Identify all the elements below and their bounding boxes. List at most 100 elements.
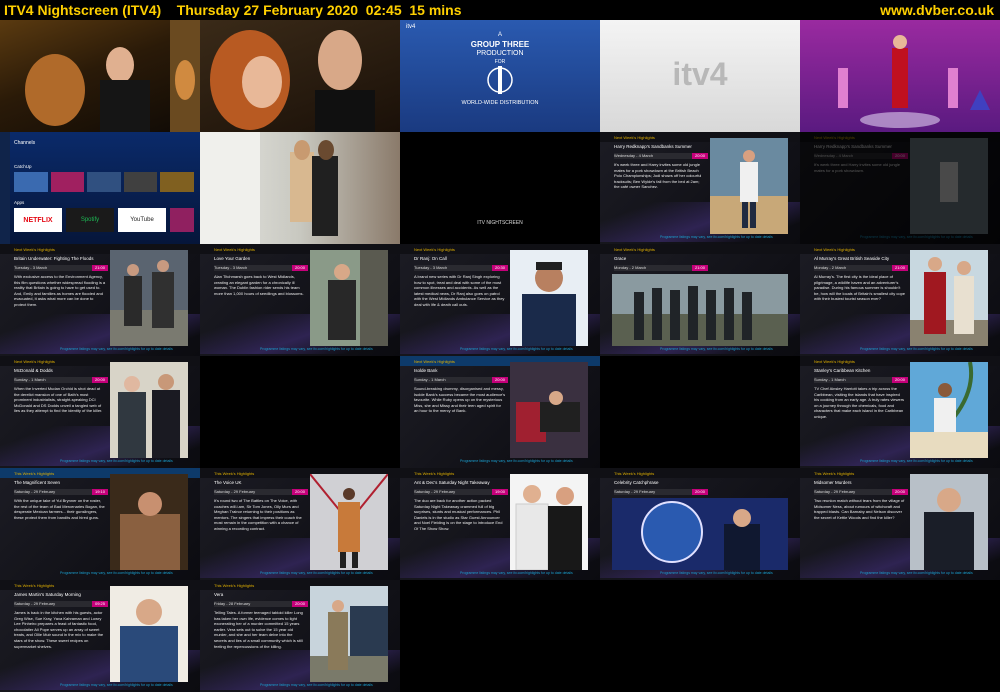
broadcast-time: 21:00 xyxy=(892,265,908,271)
programme-photo xyxy=(510,250,588,346)
frame-couple-scene xyxy=(200,132,400,244)
footer-note: Programme listings may vary, see itv.com… xyxy=(660,347,773,351)
category-label: This Week's Highlights xyxy=(14,583,55,588)
itc-emblem-icon xyxy=(487,66,513,94)
programme-photo xyxy=(310,250,388,346)
programme-photo xyxy=(910,362,988,458)
broadcast-time: 09:25 xyxy=(92,601,108,607)
screen-r3c4: Next Week's Highlights Grace Monday - 2 … xyxy=(600,244,800,356)
site-link[interactable]: www.dvber.co.uk xyxy=(880,0,994,20)
programme-description: TV Chef Ainsley Harriott takes a trip ac… xyxy=(814,386,905,419)
programme-title: The Magnificent Seven xyxy=(14,480,61,485)
footer-note: Programme listings may vary, see itv.com… xyxy=(860,347,973,351)
programme-title: Dr Ranj: On Call xyxy=(414,256,447,261)
programme-photo xyxy=(310,474,388,570)
catchup-tile[interactable] xyxy=(160,172,194,192)
broadcast-day: Wednesday - 4 March xyxy=(614,153,654,158)
footer-note: Programme listings may vary, see itv.com… xyxy=(260,683,373,687)
catchup-tile[interactable] xyxy=(50,172,85,192)
nightscreen-title: ITV NIGHTSCREEN xyxy=(477,220,523,226)
programme-photo xyxy=(110,250,188,346)
screen-r6c1: This Week's Highlights James Martin's Sa… xyxy=(0,580,200,692)
blank-frame xyxy=(800,580,1000,692)
programme-description: Telling Tales. A former teenaged tabloid… xyxy=(214,610,303,649)
programme-description: It's round two of The Battles on The Voi… xyxy=(214,498,302,531)
footer-note: Programme listings may vary, see itv.com… xyxy=(460,571,573,575)
programme-title: Grace xyxy=(614,256,627,261)
catchup-row xyxy=(14,172,194,192)
broadcast-day: Saturday - 29 February xyxy=(814,489,856,494)
programme-title: McDonald & Dodds xyxy=(14,368,53,373)
programme-description: Sound-breaking drummy, disorganised and … xyxy=(414,386,506,414)
broadcast-day: Sunday - 1 March xyxy=(14,377,46,382)
programme-photo xyxy=(910,250,988,346)
programme-photo xyxy=(710,138,788,234)
screen-r4c1: Next Week's Highlights McDonald & Dodds … xyxy=(0,356,200,468)
footer-note: Programme listings may vary, see itv.com… xyxy=(660,235,773,239)
app-spotify[interactable]: Spotify xyxy=(66,208,114,232)
catchup-tile[interactable] xyxy=(87,172,121,192)
broadcast-time: 20:00 xyxy=(692,489,708,495)
broadcast-day: Tuesday - 3 March xyxy=(14,265,48,270)
broadcast-day: Saturday - 29 February xyxy=(14,489,56,494)
screen-r4c3: Next Week's Highlights Isolde Bank Sunda… xyxy=(400,356,600,468)
programme-title: Midsomer Murders xyxy=(814,480,852,485)
broadcast-day: Saturday - 29 February xyxy=(14,601,56,606)
itv4-logo: itv4 xyxy=(672,56,728,92)
category-label: Next Week's Highlights xyxy=(814,359,855,364)
footer-note: Programme listings may vary, see itv.com… xyxy=(60,347,173,351)
programme-title: Ant & Dec's Saturday Night Takeaway xyxy=(414,480,490,485)
broadcast-time: 19:00 xyxy=(492,489,508,495)
programme-description: Al Murray's. The first city is the ideal… xyxy=(814,274,906,302)
screen-r3c1: Next Week's Highlights Britain Underwate… xyxy=(0,244,200,356)
screen-r5c1: This Week's Highlights The Magnificent S… xyxy=(0,468,200,580)
footer-note: Programme listings may vary, see itv.com… xyxy=(660,571,773,575)
app-netflix[interactable]: NETFLIX xyxy=(14,208,62,232)
programme-description: With the unique take of Yul Brynner on t… xyxy=(14,498,105,520)
programme-description: It's week three and Harry invites some o… xyxy=(614,162,702,190)
page-header: ITV4 Nightscreen (ITV4) Thursday 27 Febr… xyxy=(0,0,1000,20)
catchup-tile[interactable] xyxy=(123,172,158,192)
programme-title: Celebrity Catchphrase xyxy=(614,480,659,485)
screen-r5c4: This Week's Highlights Celebrity Catchph… xyxy=(600,468,800,580)
broadcast-day: Saturday - 29 February xyxy=(214,489,256,494)
frame-movie-scene-1 xyxy=(0,20,200,132)
broadcast-time: 21:00 xyxy=(692,265,708,271)
programme-photo xyxy=(110,474,188,570)
programme-description: Two reunion match without tears from the… xyxy=(814,498,905,520)
broadcast-day: Tuesday - 3 March xyxy=(214,265,248,270)
movie-scene-image xyxy=(25,20,200,132)
section-catchup: CatchUp xyxy=(14,164,32,169)
category-label: Next Week's Highlights xyxy=(414,359,455,364)
dance-stage-image xyxy=(838,35,990,128)
frame-itv-nightscreen: ITV NIGHTSCREEN xyxy=(400,132,600,244)
blank-frame xyxy=(600,356,800,468)
category-label: This Week's Highlights xyxy=(614,471,655,476)
screen-r3c3: Next Week's Highlights Dr Ranj: On Call … xyxy=(400,244,600,356)
broadcast-time: 20:00 xyxy=(292,489,308,495)
programme-title: Vera xyxy=(214,592,224,597)
broadcast-time: 20:00 xyxy=(292,601,308,607)
broadcast-time: 20:00 xyxy=(292,265,308,271)
screen-r6c2: This Week's Highlights Vera Friday - 28 … xyxy=(200,580,400,692)
catchup-tile[interactable] xyxy=(14,172,48,192)
programme-title: Love Your Garden xyxy=(214,256,251,261)
app-tile[interactable] xyxy=(170,208,194,232)
programme-title: Al Murray's Great British Seaside City xyxy=(814,256,890,261)
tab-channels[interactable]: Channels xyxy=(14,140,35,146)
screenshot-grid: itv4 A GROUP THREE PRODUCTION FOR WORLD-… xyxy=(0,20,1000,692)
programme-photo xyxy=(310,586,388,682)
category-label: This Week's Highlights xyxy=(14,471,55,476)
category-label: Next Week's Highlights xyxy=(14,359,55,364)
footer-note: Programme listings may vary, see itv.com… xyxy=(60,571,173,575)
programme-photo xyxy=(510,362,588,458)
programme-title: The Voice UK xyxy=(214,480,242,485)
footer-note: Programme listings may vary, see itv.com… xyxy=(860,235,973,239)
programme-title: Stanley's Caribbean Kitchen xyxy=(814,368,871,373)
app-youtube[interactable]: YouTube xyxy=(118,208,166,232)
screen-r5c2: This Week's Highlights The Voice UK Satu… xyxy=(200,468,400,580)
frame-itv4-logo: itv4 xyxy=(600,20,800,132)
category-label: This Week's Highlights xyxy=(214,471,255,476)
movie-scene-image xyxy=(210,30,375,132)
frame-dance-stage xyxy=(800,20,1000,132)
